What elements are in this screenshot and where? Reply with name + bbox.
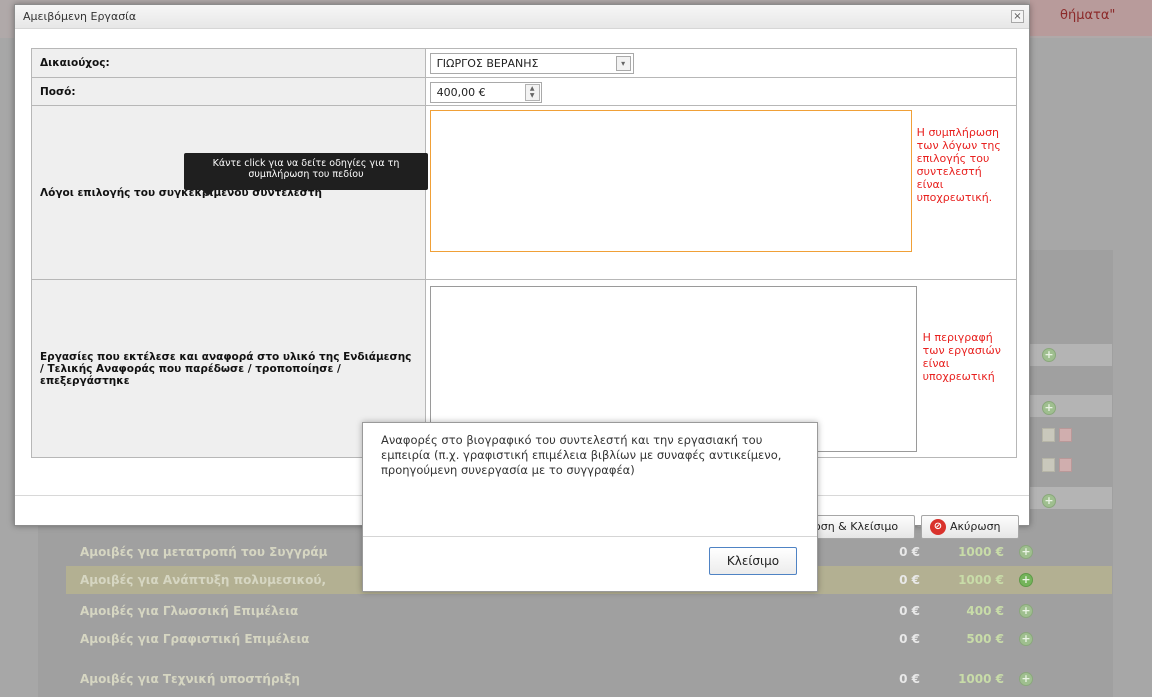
add-icon[interactable]: + xyxy=(1019,632,1033,646)
background-plus-icon: + xyxy=(1042,494,1056,508)
help-close-button[interactable]: Κλείσιμο xyxy=(709,547,797,575)
edit-icon xyxy=(1042,428,1055,442)
table-row: Αμοιβές για Γραφιστική Επιμέλεια 0 € 500… xyxy=(66,625,1112,653)
background-header-fragment: θήματα" xyxy=(1030,0,1152,36)
table-row: Αμοιβές για Τεχνική υποστήριξη 0 € 1000 … xyxy=(66,665,1112,693)
row-value-budget: 1000 € xyxy=(958,573,1004,587)
background-row-actions xyxy=(1040,458,1072,475)
form-row-amount: Ποσό: 400,00 € ▲ ▼ xyxy=(31,77,1018,106)
row-value-budget: 1000 € xyxy=(958,672,1004,686)
reasons-error: Η συμπλήρωση των λόγων της επιλογής του … xyxy=(916,126,1001,204)
row-value-spent: 0 € xyxy=(899,545,920,559)
row-value-budget: 400 € xyxy=(966,604,1004,618)
add-icon[interactable]: + xyxy=(1019,672,1033,686)
reasons-label: Λόγοι επιλογής του συγκεκριμένου συντελε… xyxy=(31,105,426,280)
tasks-error: Η περιγραφή των εργασιών είναι υποχρεωτι… xyxy=(922,331,1001,383)
row-value-budget: 500 € xyxy=(966,632,1004,646)
amount-input[interactable]: 400,00 € ▲ ▼ xyxy=(429,82,542,103)
row-label: Αμοιβές για Γλωσσική Επιμέλεια xyxy=(80,604,299,618)
cancel-button[interactable]: ⊘ Ακύρωση xyxy=(921,515,1019,539)
work-form: Δικαιούχος: ΓΙΩΡΓΟΣ ΒΕΡΑΝΗΣ ▾ Ποσό: 400,… xyxy=(31,48,1018,458)
beneficiary-value: ΓΙΩΡΓΟΣ ΒΕΡΑΝΗΣ xyxy=(436,57,539,70)
save-close-label: οση & Κλείσιμο xyxy=(814,520,899,533)
amount-label: Ποσό: xyxy=(31,77,426,106)
add-icon[interactable]: + xyxy=(1019,604,1033,618)
field-help-popup: Αναφορές στο βιογραφικό του συντελεστή κ… xyxy=(362,422,818,592)
row-label: Αμοιβές για Τεχνική υποστήριξη xyxy=(80,672,300,686)
amount-value: 400,00 € xyxy=(436,86,486,99)
row-value-spent: 0 € xyxy=(899,672,920,686)
row-value-spent: 0 € xyxy=(899,632,920,646)
close-icon[interactable]: × xyxy=(1011,10,1024,23)
help-text: Αναφορές στο βιογραφικό του συντελεστή κ… xyxy=(381,433,782,477)
beneficiary-label: Δικαιούχος: xyxy=(31,48,426,78)
beneficiary-select[interactable]: ΓΙΩΡΓΟΣ ΒΕΡΑΝΗΣ ▾ xyxy=(429,53,634,74)
row-value-budget: 1000 € xyxy=(958,545,1004,559)
delete-icon xyxy=(1059,458,1072,472)
row-value-spent: 0 € xyxy=(899,573,920,587)
cancel-icon: ⊘ xyxy=(930,519,946,535)
background-plus-icon: + xyxy=(1042,401,1056,415)
field-help-tooltip[interactable]: Κάντε click για να δείτε οδηγίες για τη … xyxy=(184,153,428,196)
edit-icon xyxy=(1042,458,1055,472)
table-row: Αμοιβές για Γλωσσική Επιμέλεια 0 € 400 €… xyxy=(66,597,1112,625)
add-icon[interactable]: + xyxy=(1019,545,1033,559)
help-divider xyxy=(363,536,817,537)
spinner-icon[interactable]: ▲ ▼ xyxy=(524,84,540,101)
row-value-spent: 0 € xyxy=(899,604,920,618)
form-row-beneficiary: Δικαιούχος: ΓΙΩΡΓΟΣ ΒΕΡΑΝΗΣ ▾ xyxy=(31,48,1018,78)
form-row-reasons: Λόγοι επιλογής του συγκεκριμένου συντελε… xyxy=(31,105,1018,280)
dialog-titlebar: Αμειβόμενη Εργασία × xyxy=(15,5,1029,29)
background-plus-icon: + xyxy=(1042,348,1056,362)
background-row-actions xyxy=(1040,428,1072,445)
cancel-label: Ακύρωση xyxy=(950,520,1001,533)
reasons-textarea[interactable] xyxy=(429,110,912,252)
add-icon[interactable]: + xyxy=(1019,573,1033,587)
row-label: Αμοιβές για Γραφιστική Επιμέλεια xyxy=(80,632,310,646)
dialog-title: Αμειβόμενη Εργασία xyxy=(23,10,137,23)
delete-icon xyxy=(1059,428,1072,442)
chevron-down-icon[interactable]: ▾ xyxy=(615,56,631,71)
